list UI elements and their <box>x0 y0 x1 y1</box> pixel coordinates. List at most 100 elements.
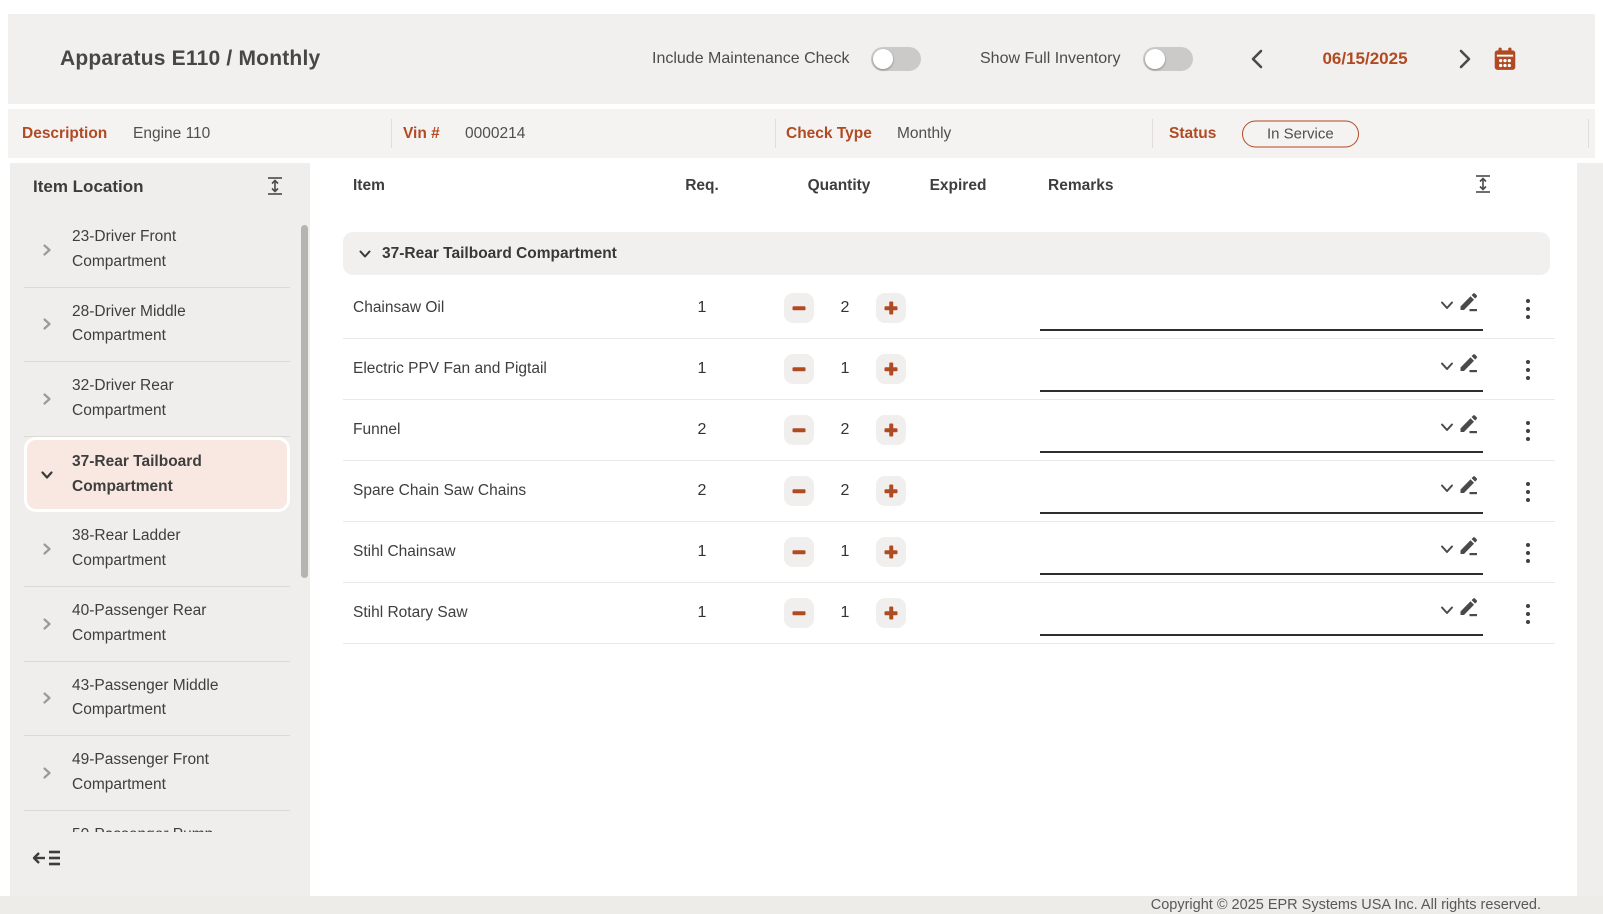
location-list: 23-Driver Front Compartment 28-Driver Mi… <box>24 213 290 832</box>
minus-icon <box>793 489 806 493</box>
expand-all-icon[interactable] <box>264 175 286 197</box>
edit-remarks-icon[interactable] <box>1456 595 1480 619</box>
sidebar-item-compartment[interactable]: 43-Passenger Middle Compartment <box>24 662 290 737</box>
row-menu-kebab-icon[interactable] <box>1521 478 1535 506</box>
expand-all-rows-icon[interactable] <box>1472 173 1494 195</box>
status-label: Status <box>1169 125 1216 143</box>
background-strip <box>1577 163 1603 896</box>
check-type-value: Monthly <box>897 125 951 143</box>
edit-remarks-icon[interactable] <box>1456 351 1480 375</box>
column-header-quantity: Quantity <box>799 177 879 195</box>
row-menu-kebab-icon[interactable] <box>1521 356 1535 384</box>
decrement-quantity-button[interactable] <box>784 598 814 628</box>
check-type-label: Check Type <box>786 125 872 143</box>
toggle-knob <box>1145 49 1165 69</box>
minus-icon <box>793 550 806 554</box>
chevron-right-icon <box>40 766 54 780</box>
vin-label: Vin # <box>403 125 440 143</box>
remarks-dropdown-chevron-icon[interactable] <box>1439 541 1455 557</box>
remarks-input[interactable] <box>1040 390 1483 392</box>
item-name: Spare Chain Saw Chains <box>353 482 526 500</box>
sidebar-item-compartment[interactable]: 37-Rear Tailboard Compartment <box>24 437 290 513</box>
sidebar-item-compartment[interactable]: 50-Passenger Pump Compartment <box>24 811 290 832</box>
table-row: Stihl Rotary Saw 1 1 <box>343 583 1555 644</box>
remarks-input[interactable] <box>1040 451 1483 453</box>
divider <box>391 119 392 148</box>
divider <box>775 119 776 148</box>
inventory-table-panel: Item Req. Quantity Expired Remarks 37-Re… <box>330 163 1577 896</box>
row-menu-kebab-icon[interactable] <box>1521 417 1535 445</box>
include-maintenance-check-label: Include Maintenance Check <box>652 50 849 68</box>
increment-quantity-button[interactable] <box>876 293 906 323</box>
sidebar-item-label: 23-Driver Front Compartment <box>72 225 234 275</box>
sidebar-scrollbar[interactable] <box>301 225 308 578</box>
decrement-quantity-button[interactable] <box>784 415 814 445</box>
edit-remarks-icon[interactable] <box>1456 290 1480 314</box>
include-maintenance-check-toggle[interactable] <box>871 47 921 71</box>
increment-quantity-button[interactable] <box>876 598 906 628</box>
required-count: 2 <box>672 421 732 439</box>
remarks-dropdown-chevron-icon[interactable] <box>1439 297 1455 313</box>
edit-remarks-icon[interactable] <box>1456 534 1480 558</box>
sidebar-item-compartment[interactable]: 49-Passenger Front Compartment <box>24 736 290 811</box>
sidebar-item-label: 40-Passenger Rear Compartment <box>72 599 234 649</box>
remarks-dropdown-chevron-icon[interactable] <box>1439 480 1455 496</box>
remarks-dropdown-chevron-icon[interactable] <box>1439 358 1455 374</box>
required-count: 1 <box>672 360 732 378</box>
edit-remarks-icon[interactable] <box>1456 473 1480 497</box>
row-menu-kebab-icon[interactable] <box>1521 600 1535 628</box>
column-header-expired: Expired <box>918 177 998 195</box>
item-name: Stihl Chainsaw <box>353 543 456 561</box>
description-label: Description <box>22 125 107 143</box>
decrement-quantity-button[interactable] <box>784 537 814 567</box>
decrement-quantity-button[interactable] <box>784 476 814 506</box>
remarks-dropdown-chevron-icon[interactable] <box>1439 419 1455 435</box>
item-name: Stihl Rotary Saw <box>353 604 468 622</box>
divider <box>1152 119 1153 148</box>
apparatus-info-bar: Description Engine 110 Vin # 0000214 Che… <box>8 109 1595 158</box>
remarks-input[interactable] <box>1040 634 1483 636</box>
row-menu-kebab-icon[interactable] <box>1521 539 1535 567</box>
section-header-37-rear-tailboard[interactable]: 37-Rear Tailboard Compartment <box>343 232 1550 275</box>
minus-icon <box>793 367 806 371</box>
chevron-right-icon <box>40 317 54 331</box>
sidebar-item-compartment[interactable]: 28-Driver Middle Compartment <box>24 288 290 363</box>
divider <box>1588 119 1589 148</box>
sidebar-item-compartment[interactable]: 40-Passenger Rear Compartment <box>24 587 290 662</box>
sidebar-title: Item Location <box>33 177 144 197</box>
remarks-input[interactable] <box>1040 512 1483 514</box>
increment-quantity-button[interactable] <box>876 476 906 506</box>
sidebar-item-compartment[interactable]: 23-Driver Front Compartment <box>24 213 290 288</box>
date-display[interactable]: 06/15/2025 <box>1290 49 1440 69</box>
increment-quantity-button[interactable] <box>876 354 906 384</box>
required-count: 1 <box>672 604 732 622</box>
remarks-dropdown-chevron-icon[interactable] <box>1439 602 1455 618</box>
collapse-sidebar-icon[interactable] <box>32 846 62 870</box>
remarks-input[interactable] <box>1040 573 1483 575</box>
chevron-right-icon[interactable] <box>1454 48 1476 70</box>
show-full-inventory-toggle[interactable] <box>1143 47 1193 71</box>
item-name: Electric PPV Fan and Pigtail <box>353 360 547 378</box>
increment-quantity-button[interactable] <box>876 415 906 445</box>
edit-remarks-icon[interactable] <box>1456 412 1480 436</box>
decrement-quantity-button[interactable] <box>784 293 814 323</box>
sidebar-item-compartment[interactable]: 32-Driver Rear Compartment <box>24 362 290 437</box>
sidebar-item-compartment[interactable]: 38-Rear Ladder Compartment <box>24 512 290 587</box>
remarks-input[interactable] <box>1040 329 1483 331</box>
table-row: Electric PPV Fan and Pigtail 1 1 <box>343 339 1555 400</box>
quantity-value: 1 <box>825 543 865 561</box>
required-count: 1 <box>672 543 732 561</box>
minus-icon <box>793 428 806 432</box>
chevron-left-icon[interactable] <box>1246 48 1268 70</box>
chevron-right-icon <box>40 468 54 482</box>
footer: Copyright © 2025 EPR Systems USA Inc. Al… <box>0 896 1603 914</box>
item-name: Chainsaw Oil <box>353 299 444 317</box>
row-menu-kebab-icon[interactable] <box>1521 295 1535 323</box>
sidebar-item-label: 38-Rear Ladder Compartment <box>72 524 234 574</box>
sidebar-item-label: 32-Driver Rear Compartment <box>72 374 234 424</box>
decrement-quantity-button[interactable] <box>784 354 814 384</box>
column-header-req: Req. <box>672 177 732 195</box>
status-badge[interactable]: In Service <box>1242 120 1359 147</box>
increment-quantity-button[interactable] <box>876 537 906 567</box>
calendar-icon[interactable] <box>1492 46 1518 72</box>
